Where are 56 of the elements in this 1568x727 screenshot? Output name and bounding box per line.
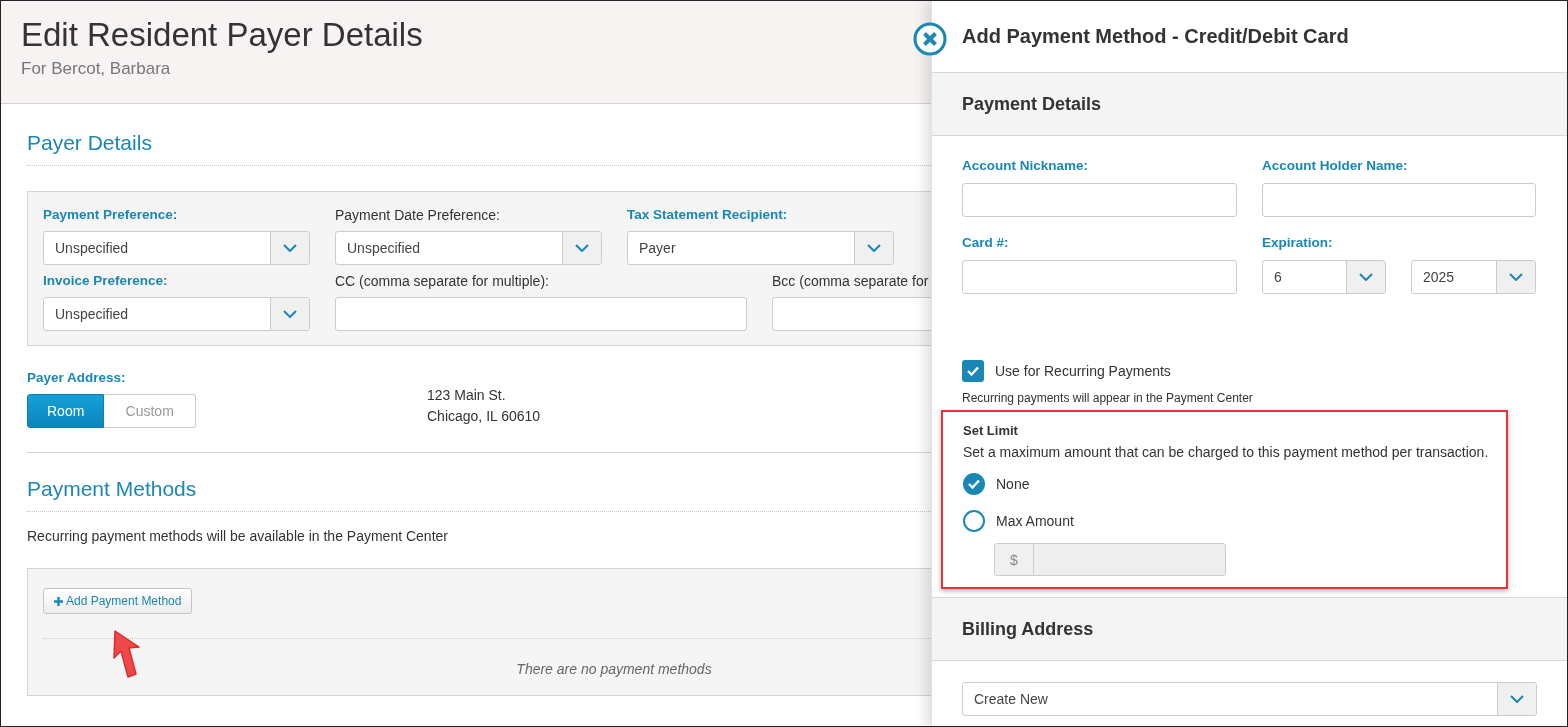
caret-icon: [575, 244, 589, 252]
dropdown[interactable]: 6: [1262, 260, 1386, 294]
caret-icon: [283, 244, 297, 252]
check-icon: [967, 366, 979, 376]
help-text: Recurring payments will appear in the Payment Center: [962, 391, 1253, 405]
field-label: Card #:: [962, 235, 1010, 251]
input-field[interactable]: [962, 183, 1237, 217]
field-label: Invoice Preference:: [43, 273, 169, 289]
checkbox-label: Use for Recurring Payments: [995, 363, 1171, 379]
dropdown[interactable]: 2025: [1411, 260, 1536, 294]
input-field[interactable]: [335, 297, 747, 331]
info-text: Recurring payment methods will be available in the Payment Center: [27, 528, 448, 544]
field-label: Account Nickname:: [962, 158, 1090, 174]
field-label: Payer Address:: [27, 370, 126, 386]
input-field[interactable]: [962, 260, 1237, 294]
section-heading: Payer Details: [27, 130, 152, 156]
checkbox[interactable]: [962, 360, 984, 382]
close-icon[interactable]: [913, 22, 947, 56]
caret-icon: [867, 244, 881, 252]
field-label: Payment Date Preference:: [335, 207, 501, 223]
drawer-title: Add Payment Method - Credit/Debit Card: [962, 25, 1349, 48]
field-label: Account Holder Name:: [1262, 158, 1409, 174]
radio-label: None: [996, 476, 1030, 492]
field-label: Bcc (comma separate for: [772, 273, 930, 289]
currency-prefix: $: [995, 544, 1034, 575]
dropdown[interactable]: Unspecified: [335, 231, 602, 265]
address-line: 123 Main St.: [427, 386, 507, 405]
page-subtitle: For Bercot, Barbara: [21, 59, 172, 79]
dropdown[interactable]: Unspecified: [43, 231, 310, 265]
field-label: CC (comma separate for multiple):: [335, 273, 550, 289]
field-label: Expiration:: [1262, 235, 1334, 251]
empty-message: There are no payment methods: [516, 661, 712, 677]
check-icon: [968, 479, 980, 489]
dropdown[interactable]: Unspecified: [43, 297, 310, 331]
address-toggle[interactable]: Room: [27, 394, 105, 428]
field-label: Payment Preference:: [43, 207, 179, 223]
section-heading: Payment Methods: [27, 476, 197, 502]
dropdown[interactable]: Create New: [962, 682, 1537, 716]
input-field[interactable]: [1262, 183, 1536, 217]
section-heading: Payment Details: [962, 93, 1102, 115]
address-line: Chicago, IL 60610: [427, 407, 541, 426]
dropdown[interactable]: Payer: [627, 231, 894, 265]
caret-icon: [283, 310, 297, 318]
radio-label: Max Amount: [996, 513, 1074, 529]
caret-icon: [1509, 273, 1523, 281]
section-heading: Billing Address: [962, 618, 1094, 640]
plus-icon: [54, 596, 63, 606]
radio-button[interactable]: [963, 473, 985, 495]
limit-heading: Set Limit: [963, 423, 1018, 438]
caret-icon: [1510, 695, 1524, 703]
caret-icon: [1359, 273, 1373, 281]
page-title: Edit Resident Payer Details: [21, 15, 424, 55]
limit-description: Set a maximum amount that can be charged to this payment method per transaction.: [963, 444, 1489, 460]
field-label: Tax Statement Recipient:: [627, 207, 789, 223]
radio-button[interactable]: [963, 510, 985, 532]
add-payment-method-button[interactable]: Add Payment Method: [43, 588, 193, 614]
